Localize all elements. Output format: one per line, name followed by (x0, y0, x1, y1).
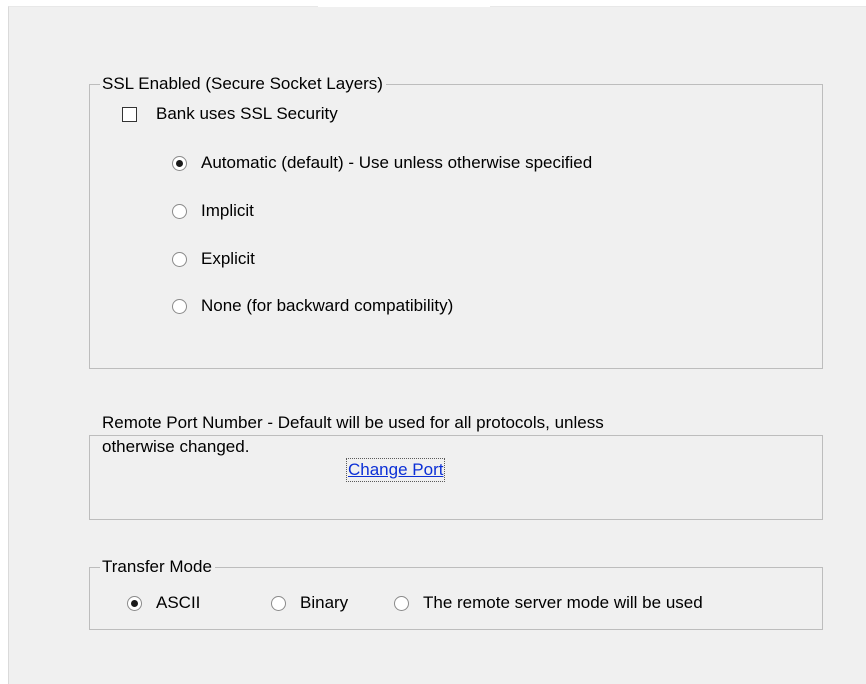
ssl-security-checkbox[interactable] (122, 106, 137, 122)
ssl-security-checkbox-label: Bank uses SSL Security (156, 104, 338, 123)
ssl-security-checkbox-row[interactable]: Bank uses SSL Security (122, 104, 338, 124)
transfer-group-legend: Transfer Mode (100, 557, 215, 577)
change-port-link[interactable]: Change Port (345, 458, 446, 482)
ssl-groupbox (89, 84, 823, 369)
tab-strip-gap (318, 0, 490, 7)
transfer-option-remote[interactable]: The remote server mode will be used (394, 593, 703, 613)
radio-binary[interactable] (271, 595, 286, 611)
ssl-option-explicit[interactable]: Explicit (172, 249, 255, 269)
ssl-option-none[interactable]: None (for backward compatibility) (172, 296, 453, 316)
radio-implicit-label: Implicit (201, 201, 254, 220)
radio-explicit-label: Explicit (201, 249, 255, 268)
radio-ascii-label: ASCII (156, 593, 201, 612)
transfer-option-ascii[interactable]: ASCII (127, 593, 200, 613)
radio-explicit[interactable] (172, 251, 187, 267)
radio-ascii[interactable] (127, 595, 142, 611)
radio-none-label: None (for backward compatibility) (201, 296, 454, 315)
radio-remote-server-mode[interactable] (394, 595, 409, 611)
ssl-option-automatic[interactable]: Automatic (default) - Use unless otherwi… (172, 153, 592, 173)
ssl-option-implicit[interactable]: Implicit (172, 201, 254, 221)
radio-automatic[interactable] (172, 155, 187, 171)
transfer-option-binary[interactable]: Binary (271, 593, 348, 613)
radio-implicit[interactable] (172, 203, 187, 219)
port-group-legend-line1: Remote Port Number - Default will be use… (100, 413, 618, 433)
radio-none[interactable] (172, 298, 187, 314)
radio-remote-server-mode-label: The remote server mode will be used (423, 593, 703, 612)
radio-automatic-label: Automatic (default) - Use unless otherwi… (201, 153, 593, 172)
port-group-legend-line2: otherwise changed. (100, 437, 253, 457)
ssl-group-legend: SSL Enabled (Secure Socket Layers) (100, 74, 386, 94)
radio-binary-label: Binary (300, 593, 349, 612)
